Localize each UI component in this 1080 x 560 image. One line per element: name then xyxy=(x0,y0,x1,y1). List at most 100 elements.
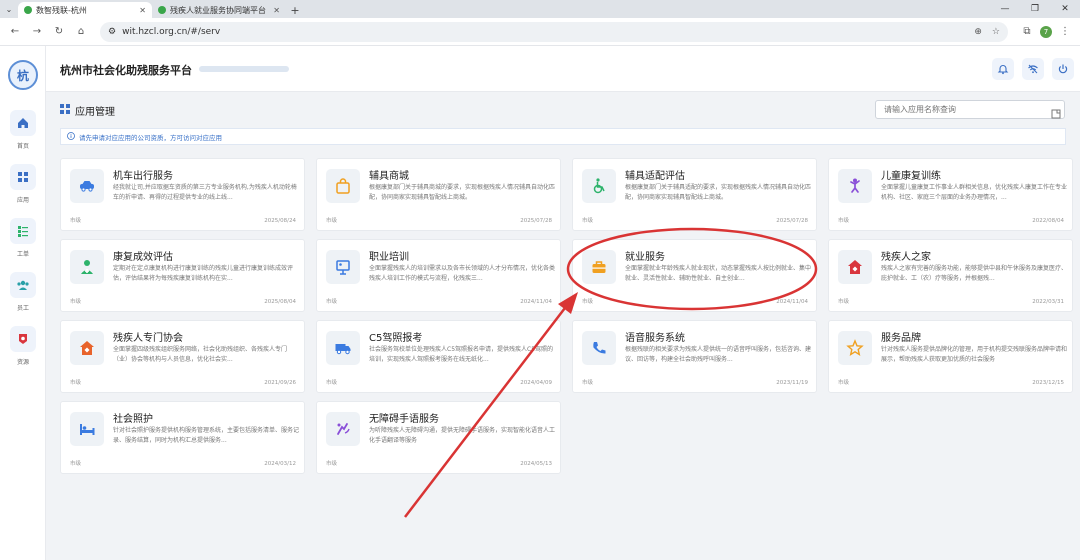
card-name: 语音服务系统 xyxy=(625,333,685,344)
page-title: 应用管理 xyxy=(60,103,115,118)
app-card[interactable]: 社会照护 针对社会照护服务提供机构服务管理系统，主要包括服务清单、服务记录、服务结… xyxy=(60,401,305,474)
address-bar: ← → ↻ ⌂ ⚙ wit.hzcl.org.cn/#/serv ⊕ ☆ ⧉ 7… xyxy=(0,18,1080,46)
logout-button[interactable] xyxy=(1052,58,1074,80)
close-tab-icon[interactable]: ✕ xyxy=(139,6,146,15)
card-date: 2025/08/04 xyxy=(264,299,296,305)
card-description: 根据康复部门关于辅具适配的要求，实现根据残疾人情况辅具自动化匹配，协同商家实现辅… xyxy=(625,184,811,201)
site-info-icon[interactable]: ⚙ xyxy=(108,27,116,37)
sidebar-item-orders[interactable]: 工单 xyxy=(0,218,46,268)
card-name: 残疾人专门协会 xyxy=(113,333,183,344)
card-name: C5驾照报考 xyxy=(369,333,423,344)
app-header: 杭州市社会化助残服务平台 xyxy=(46,46,1080,92)
app-card[interactable]: 语音服务系统 根据残联的相关要求为残疾人提供统一的语音呼叫服务，包括咨询、建议、回… xyxy=(572,320,817,393)
browser-menu-icon[interactable]: ⋮ xyxy=(1056,23,1074,41)
wheelchair-icon xyxy=(582,169,616,203)
bed-icon xyxy=(70,412,104,446)
card-date: 2024/11/04 xyxy=(776,299,808,305)
sidebar-item-staff[interactable]: 员工 xyxy=(0,272,46,322)
app-title: 杭州市社会化助残服务平台 xyxy=(60,64,192,77)
bell-icon xyxy=(997,60,1009,79)
sidebar-item-home[interactable]: 首页 xyxy=(0,110,46,160)
favicon-icon xyxy=(24,6,32,14)
bookmark-star-icon[interactable]: ☆ xyxy=(992,27,1000,37)
card-description: 针对社会照护服务提供机构服务管理系统，主要包括服务清单、服务记录、服务结算，同时… xyxy=(113,427,299,444)
app-card[interactable]: 服务品牌 针对残疾人服务提供品牌化的管理，用于机构提交残联服务品牌申请和展示，帮助… xyxy=(828,320,1073,393)
close-window-button[interactable]: ✕ xyxy=(1050,0,1080,18)
search-icon[interactable] xyxy=(1051,104,1061,123)
zoom-icon[interactable]: ⊕ xyxy=(974,27,982,37)
profile-avatar[interactable]: 7 xyxy=(1040,25,1052,38)
connection-button[interactable] xyxy=(1022,58,1044,80)
app-card[interactable]: C5驾照报考社会服务驾校单位处理残疾人C5驾照报名申请，提供残疾人C5驾照的培训… xyxy=(316,320,561,393)
favicon-icon xyxy=(158,6,166,14)
main-content: 应用管理 请先申请对应应用的公司资质，方可访问对应应用 机车出行服务经我就让司,… xyxy=(46,92,1080,560)
card-level: 市级 xyxy=(582,218,594,224)
app-card[interactable]: 儿童康复训练 全面掌握儿童康复工作事业人群相关信息，优化残疾人康复工作在专业机构、… xyxy=(828,158,1073,231)
forward-button[interactable]: → xyxy=(28,23,46,41)
doctor-icon xyxy=(70,250,104,284)
power-icon xyxy=(1057,60,1069,79)
sidebar-item-resources[interactable]: 资源 xyxy=(0,326,46,376)
card-level: 市级 xyxy=(838,380,850,386)
card-description: 针对残疾人服务提供品牌化的管理，用于机构提交残联服务品牌申请和展示，帮助残疾人获… xyxy=(881,346,1067,363)
card-date: 2023/11/19 xyxy=(776,380,808,386)
app-card[interactable]: 无障碍手语服务 为听障残疾人无障碍沟通，提供无障碍手语服务，实现智能化语音人工化手… xyxy=(316,401,561,474)
browser-tab-bar: ⌄ 数智残联-杭州 ✕ 残疾人就业服务协同端平台 ✕ + — ❐ ✕ xyxy=(0,0,1080,18)
car-icon xyxy=(70,169,104,203)
card-name: 职业培训 xyxy=(369,252,409,263)
wifi-off-icon xyxy=(1027,60,1039,79)
tab-title: 残疾人就业服务协同端平台 xyxy=(170,5,266,15)
home-icon xyxy=(10,110,36,136)
browser-tab-1[interactable]: 数智残联-杭州 ✕ xyxy=(18,2,152,18)
app-card[interactable]: 残疾人专门协会全面掌握四级残疾组织服务网络，社会化助残组织、各残疾人专门（业）协… xyxy=(60,320,305,393)
card-date: 2025/07/28 xyxy=(520,218,552,224)
sidebar-item-label: 工单 xyxy=(16,251,29,258)
sidebar-item-apps[interactable]: 应用 xyxy=(0,164,46,214)
card-level: 市级 xyxy=(838,299,850,305)
notification-button[interactable] xyxy=(992,58,1014,80)
app-card[interactable]: 就业服务 全面掌握就业年龄残疾人就业现状，动态掌握残疾人按比例就业、集中就业、灵活… xyxy=(572,239,817,312)
restore-button[interactable]: ❐ xyxy=(1020,0,1050,18)
notice-text: 请先申请对应应用的公司资质，方可访问对应应用 xyxy=(79,133,222,142)
browser-tab-2[interactable]: 残疾人就业服务协同端平台 ✕ xyxy=(152,2,286,18)
card-date: 2025/07/28 xyxy=(776,218,808,224)
card-level: 市级 xyxy=(70,380,82,386)
notice-banner: 请先申请对应应用的公司资质，方可访问对应应用 xyxy=(60,128,1066,145)
card-date: 2023/12/15 xyxy=(1032,380,1064,386)
card-date: 2022/03/31 xyxy=(1032,299,1064,305)
app-card[interactable]: 残疾人之家 残疾人之家有完善的服务功能，能够提供中县和午休服务及康复医疗、庇护就业… xyxy=(828,239,1073,312)
card-description: 为听障残疾人无障碍沟通，提供无障碍手语服务，实现智能化语音人工化手语翻译等服务 xyxy=(369,427,555,444)
reload-button[interactable]: ↻ xyxy=(50,23,68,41)
card-level: 市级 xyxy=(70,299,82,305)
card-level: 市级 xyxy=(326,218,338,224)
app-card[interactable]: 辅具商城 根据康复部门关于辅具商城的要求，实现根据残疾人情况辅具自动化匹配，协同商… xyxy=(316,158,561,231)
tab-list-dropdown[interactable]: ⌄ xyxy=(0,0,18,18)
card-description: 社会服务驾校单位处理残疾人C5驾照报名申请，提供残疾人C5驾照的培训，实现残疾人… xyxy=(369,346,554,363)
app-card[interactable]: 机车出行服务 经我就让司,并应取据车资质的第三方专业服务机构,为残疾人机动轮椅车的… xyxy=(60,158,305,231)
info-icon xyxy=(67,131,75,142)
app-card[interactable]: 康复成效评估 定期对在定点康复机构进行康复训练的残疾儿童进行康复训练成效评估，评估… xyxy=(60,239,305,312)
extensions-icon[interactable]: ⧉ xyxy=(1018,23,1036,41)
minimize-button[interactable]: — xyxy=(990,0,1020,18)
card-description: 残疾人之家有完善的服务功能，能够提供中县和午休服务及康复医疗、庇护就业、工（农）… xyxy=(881,265,1067,282)
home-button[interactable]: ⌂ xyxy=(72,23,90,41)
card-level: 市级 xyxy=(582,299,594,305)
star-icon xyxy=(838,331,872,365)
sidebar: 杭 首页 应用 工单 员工 资源 xyxy=(0,46,46,560)
card-description: 全面掌握残疾人的培训需求以及各市长领域的人才分布情况，优化各类残疾人培训工作的模… xyxy=(369,265,555,282)
card-date: 2022/08/04 xyxy=(1032,218,1064,224)
close-tab-icon[interactable]: ✕ xyxy=(273,6,280,15)
url-field[interactable]: ⚙ wit.hzcl.org.cn/#/serv ⊕ ☆ xyxy=(100,21,1008,42)
list-icon xyxy=(10,218,36,244)
card-description: 全面掌握四级残疾组织服务网络，社会化助残组织、各残疾人专门（业）协会等机构与人员… xyxy=(113,346,288,363)
search-input[interactable] xyxy=(875,100,1065,119)
card-date: 2024/05/13 xyxy=(520,461,552,467)
card-date: 2024/04/09 xyxy=(520,380,552,386)
back-button[interactable]: ← xyxy=(6,23,24,41)
card-level: 市级 xyxy=(326,380,338,386)
card-name: 机车出行服务 xyxy=(113,171,173,182)
new-tab-button[interactable]: + xyxy=(286,2,304,18)
sidebar-item-label: 首页 xyxy=(16,143,29,150)
app-card[interactable]: 辅具适配评估 根据康复部门关于辅具适配的要求，实现根据残疾人情况辅具自动化匹配，协… xyxy=(572,158,817,231)
app-card[interactable]: 职业培训全面掌握残疾人的培训需求以及各市长领域的人才分布情况，优化各类残疾人培训… xyxy=(316,239,561,312)
